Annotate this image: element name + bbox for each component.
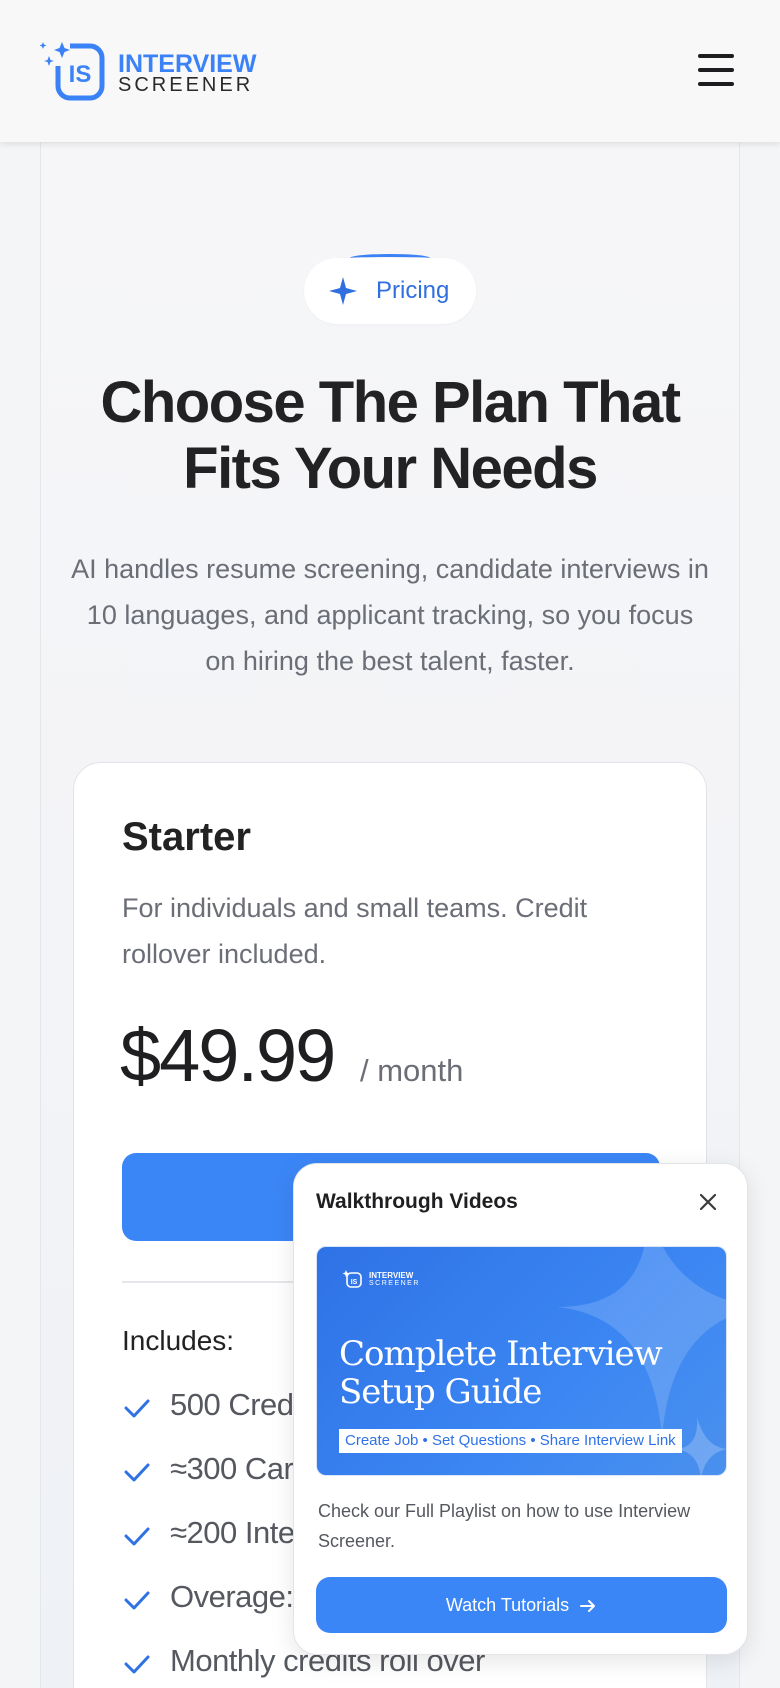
feature-text: 500 Cred bbox=[170, 1387, 294, 1422]
popup-title: Walkthrough Videos bbox=[316, 1190, 518, 1213]
check-icon bbox=[124, 1463, 150, 1482]
plan-name: Starter bbox=[122, 815, 251, 859]
check-icon bbox=[124, 1527, 150, 1546]
plan-price: $49.99 bbox=[120, 1014, 336, 1097]
hamburger-menu-icon[interactable] bbox=[696, 52, 736, 88]
close-icon[interactable] bbox=[696, 1190, 720, 1214]
popup-description: Check our Full Playlist on how to use In… bbox=[318, 1501, 691, 1551]
menu-bar bbox=[698, 68, 734, 72]
pricing-badge-label: Pricing bbox=[376, 277, 450, 304]
watch-tutorials-button[interactable]: Watch Tutorials bbox=[316, 1577, 727, 1633]
thumbnail-tag: Create Job • Set Questions • Share Inter… bbox=[339, 1429, 682, 1453]
thumbnail-logo-monogram: IS bbox=[351, 1279, 358, 1286]
check-icon bbox=[124, 1591, 150, 1610]
top-header: IS INTERVIEW SCREENER bbox=[0, 0, 780, 142]
feature-text: ≈200 Inte bbox=[170, 1515, 295, 1550]
video-thumbnail[interactable]: IS INTERVIEW SCREENER Complete Interview… bbox=[316, 1246, 727, 1476]
thumbnail-title: Complete Interview Setup Guide bbox=[339, 1334, 663, 1412]
feature-text: ≈300 Car bbox=[170, 1451, 294, 1486]
includes-heading: Includes: bbox=[122, 1325, 235, 1356]
thumbnail-logo-icon: IS bbox=[342, 1270, 362, 1288]
thumbnail-logo-bottom: SCREENER bbox=[369, 1280, 420, 1287]
plan-period: / month bbox=[360, 1053, 464, 1088]
logo-monogram: IS bbox=[69, 61, 92, 88]
check-icon bbox=[124, 1655, 150, 1674]
page-title: Choose The Plan That Fits Your Needs bbox=[100, 370, 681, 501]
menu-bar bbox=[698, 82, 734, 86]
sparkle-icon bbox=[329, 277, 357, 305]
brand-logo[interactable]: IS INTERVIEW SCREENER bbox=[40, 40, 256, 104]
page-subtitle: AI handles resume screening, candidate i… bbox=[71, 554, 709, 676]
watch-tutorials-label: Watch Tutorials bbox=[445, 1595, 570, 1615]
feature-text: Overage: bbox=[170, 1579, 294, 1614]
pricing-badge: Pricing bbox=[304, 258, 476, 324]
thumbnail-logo-top: INTERVIEW bbox=[369, 1271, 414, 1280]
logo-mark-icon: IS bbox=[40, 40, 105, 101]
plan-description: For individuals and small teams. Credit … bbox=[122, 893, 588, 969]
check-icon bbox=[124, 1399, 150, 1418]
walkthrough-popup: Walkthrough Videos IS INTERVIEW SCREENER… bbox=[293, 1163, 748, 1655]
menu-bar bbox=[698, 54, 734, 58]
arrow-right-icon bbox=[580, 1600, 596, 1613]
logo-wordmark-bottom: SCREENER bbox=[118, 74, 254, 96]
